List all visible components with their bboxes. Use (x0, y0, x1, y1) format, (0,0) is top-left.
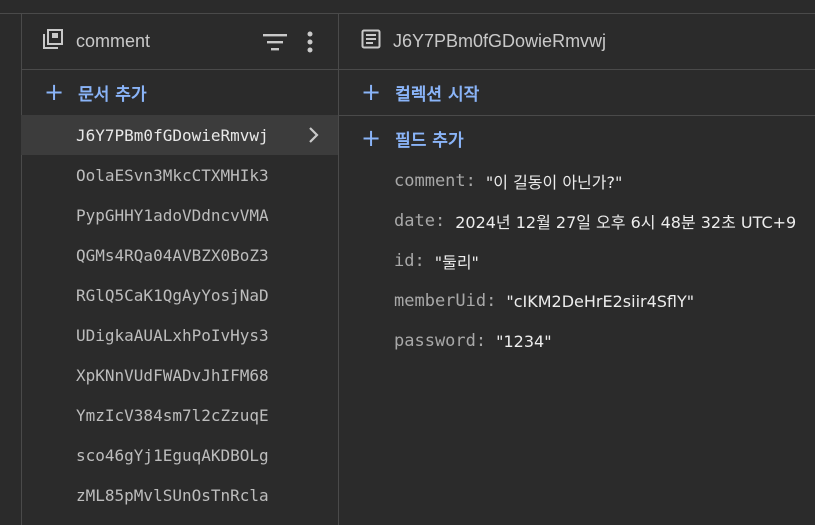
field-value: "이 길동이 아닌가?" (485, 173, 623, 192)
plus-icon: + (361, 124, 382, 152)
field-value: "둘리" (434, 253, 479, 272)
document-header: J6Y7PBm0fGDowieRmvwj (361, 14, 801, 69)
field-colon: : (475, 331, 487, 351)
document-item[interactable]: OolaESvn3MkcCTXMHIk3 (21, 155, 338, 195)
field-row[interactable]: password: "1234" (394, 321, 796, 361)
field-row[interactable]: comment: "이 길동이 아닌가?" (394, 161, 796, 201)
field-value: 2024년 12월 27일 오후 6시 48분 32초 UTC+9 (455, 213, 797, 232)
document-icon (361, 29, 381, 54)
field-colon: : (414, 251, 425, 271)
field-colon: : (434, 211, 446, 231)
field-colon: : (486, 291, 497, 311)
field-key: comment (394, 171, 466, 191)
top-strip (0, 0, 815, 14)
add-document-button[interactable]: + 문서 추가 (44, 70, 147, 114)
document-list: J6Y7PBm0fGDowieRmvwj OolaESvn3MkcCTXMHIk… (21, 115, 338, 515)
field-key: password (394, 331, 476, 351)
field-row[interactable]: id: "둘리" (394, 241, 796, 281)
document-item[interactable]: XpKNnVUdFWADvJhIFM68 (21, 355, 338, 395)
document-item-id: QGMs4RQa04AVBZX0BoZ3 (76, 245, 269, 265)
document-item[interactable]: PypGHHY1adoVDdncvVMA (21, 195, 338, 235)
start-collection-button[interactable]: + 컬렉션 시작 (361, 70, 479, 114)
document-item-id: RGlQ5CaK1QgAyYosjNaD (76, 285, 269, 305)
field-key: memberUid (394, 291, 487, 311)
field-key: date (394, 211, 435, 231)
plus-icon: + (44, 78, 65, 106)
start-collection-label: 컬렉션 시작 (395, 84, 480, 105)
document-item[interactable]: UDigkaAUALxhPoIvHys3 (21, 315, 338, 355)
document-item-id: XpKNnVUdFWADvJhIFM68 (76, 365, 269, 385)
filter-icon[interactable] (263, 32, 287, 57)
document-item[interactable]: J6Y7PBm0fGDowieRmvwj (21, 115, 338, 155)
document-item[interactable]: RGlQ5CaK1QgAyYosjNaD (21, 275, 338, 315)
more-vert-icon[interactable] (306, 30, 314, 59)
add-field-button[interactable]: + 필드 추가 (361, 116, 464, 160)
document-item-id: sco46gYj1EguqAKDBOLg (76, 445, 269, 465)
collection-header: comment (42, 14, 332, 69)
document-item-id: J6Y7PBm0fGDowieRmvwj (76, 125, 269, 145)
divider-middle (338, 13, 339, 525)
collection-name: comment (76, 31, 151, 51)
field-row[interactable]: date: 2024년 12월 27일 오후 6시 48분 32초 UTC+9 (394, 201, 796, 241)
document-item[interactable]: sco46gYj1EguqAKDBOLg (21, 435, 338, 475)
chevron-right-icon (308, 126, 320, 148)
document-item-id: UDigkaAUALxhPoIvHys3 (76, 325, 269, 345)
collection-icon (42, 28, 64, 55)
field-colon: : (465, 171, 476, 191)
field-list: comment: "이 길동이 아닌가?" date: 2024년 12월 27… (394, 161, 796, 361)
document-item[interactable]: QGMs4RQa04AVBZX0BoZ3 (21, 235, 338, 275)
field-key: id (394, 251, 415, 271)
document-item-id: PypGHHY1adoVDdncvVMA (76, 205, 269, 225)
document-item-id: zML85pMvlSUnOsTnRcla (76, 485, 269, 505)
document-item[interactable]: YmzIcV384sm7l2cZzuqE (21, 395, 338, 435)
document-item[interactable]: zML85pMvlSUnOsTnRcla (21, 475, 338, 515)
field-value: "1234" (496, 331, 552, 351)
field-value: "cIKM2DeHrE2siir4SflY" (506, 291, 695, 311)
field-row[interactable]: memberUid: "cIKM2DeHrE2siir4SflY" (394, 281, 796, 321)
add-field-label: 필드 추가 (395, 130, 464, 151)
document-item-id: OolaESvn3MkcCTXMHIk3 (76, 165, 269, 185)
plus-icon: + (361, 78, 382, 106)
document-id: J6Y7PBm0fGDowieRmvwj (393, 31, 607, 51)
add-document-label: 문서 추가 (78, 84, 147, 105)
document-item-id: YmzIcV384sm7l2cZzuqE (76, 405, 269, 425)
